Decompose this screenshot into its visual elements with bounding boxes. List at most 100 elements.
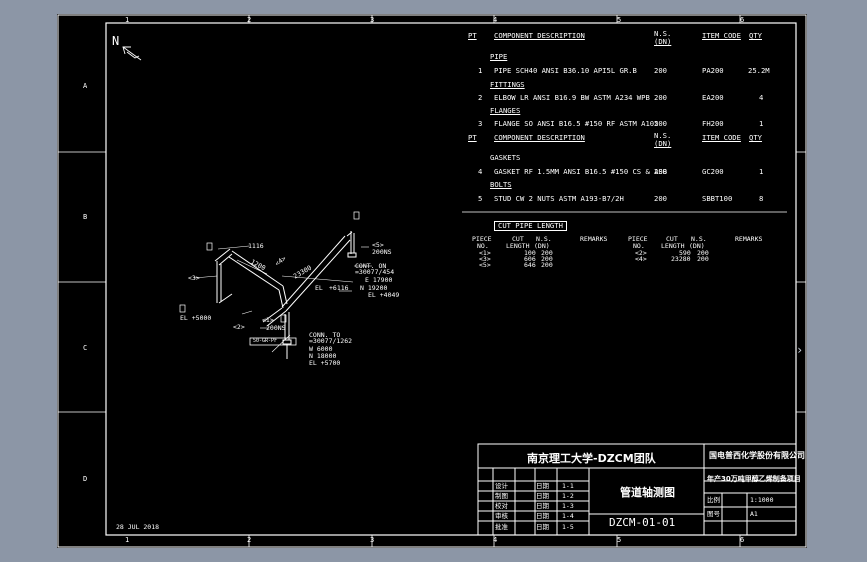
cut-ns: 200 [541,261,553,269]
piece-3-label: <3> [188,274,200,282]
bom-row-desc: ELBOW LR ANSI B16.9 BW ASTM A234 WPB [494,93,650,102]
line-tag: 50-GR-PF [253,338,278,344]
drawing-date: 28 JUL 2018 [116,523,160,531]
bom-row-pt: 2 [478,93,483,102]
drawing-linework [57,14,807,548]
sign-date-label: 日期 [536,523,549,531]
coord-e17900: E 17900 [365,276,393,284]
bom-row-ns: 200 [654,66,667,75]
drawing-number: DZCM-01-01 [609,516,676,529]
sign-date: 1-3 [562,502,574,510]
ns-200-a: 200NS [372,248,392,256]
bom-header-pt: PT [468,133,477,142]
bom-row-item: PA200 [702,66,724,75]
zone-side-b: B [83,213,88,221]
bom-row-qty: 8 [759,194,764,203]
zone-bottom-2: 2 [247,536,252,544]
bom-row-pt: 4 [478,167,483,176]
sign-role: 批准 [495,523,508,531]
bom-row-item: SBBT100 [702,194,733,203]
zone-bottom-4: 4 [493,536,498,544]
sign-role: 校对 [495,502,508,510]
bom-row-pt: 1 [478,66,483,75]
bom-group-bolts: BOLTS [490,180,512,189]
el-5700: EL +5700 [309,359,341,367]
bom-row-item: FH200 [702,119,724,128]
zone-bottom-1: 1 [125,536,130,544]
cut-length: 646 [524,261,536,269]
bom-row-qty: 1 [759,167,764,176]
zone-top-1: 1 [125,16,130,24]
sign-date: 1-5 [562,523,574,531]
school-name: 南京理工大学-DZCM团队 [527,452,656,465]
el-label: EL [315,284,323,292]
conn-to-ref: =30077/1262 [309,337,353,345]
cut-title: CUT PIPE LENGTH [494,221,567,231]
cut-ns: 200 [697,255,709,263]
bom-row-ns: 200 [654,167,667,176]
bom-row-item: GC200 [702,167,724,176]
zone-bottom-5: 5 [617,536,622,544]
bom-header-dn: (DN) [654,37,672,46]
cut-piece-no: <4> [635,255,647,263]
zone-side-c: C [83,344,88,352]
bom-header-dn: (DN) [654,139,672,148]
drawing-title: 管道轴测图 [620,486,675,499]
sign-date-label: 日期 [536,482,549,490]
sign-date: 1-4 [562,512,574,520]
zone-top-2: 2 [247,16,252,24]
bom-group-fittings: FITTINGS [490,80,525,89]
bom-row-desc: GASKET RF 1.5MM ANSI B16.5 #150 CS & ASB [494,167,668,176]
cont-on-ref: =30077/454 [355,268,395,276]
bom-header-pt: PT [468,31,477,40]
zone-top-6: 6 [740,16,745,24]
bom-header-qty: QTY [749,133,762,142]
bom-group-flanges: FLANGES [490,106,521,115]
bom-row-desc: STUD CW 2 NUTS ASTM A193-B7/2H [494,194,624,203]
sign-role: 制图 [495,492,508,500]
sheet-label: 图号 [707,510,720,518]
project-name: 年产30万吨甲醇乙烯制备项目 [707,475,801,483]
sign-role: 设计 [495,482,508,490]
bom-row-pt: 3 [478,119,483,128]
bom-row-qty: 4 [759,93,764,102]
north-arrow-icon [122,46,142,61]
piece-1-label: <1> [262,316,274,324]
el-4049: EL +4049 [368,291,400,299]
scale-value: 1:1000 [750,496,774,504]
bom-header-qty: QTY [749,31,762,40]
bom-header-desc: COMPONENT DESCRIPTION [494,31,585,40]
bom-row-qty: 25.2M [748,66,770,75]
drawing-sheet: 1 2 3 4 5 6 1 2 3 4 5 6 A B C D N PT COM… [57,14,807,548]
dim-1116: 1116 [248,242,264,250]
bom-row-ns: 200 [654,119,667,128]
company-name: 国电普西化学股份有限公司 [709,451,805,460]
bom-row-desc: PIPE SCH40 ANSI B36.10 API5L GR.B [494,66,637,75]
sign-date: 1-2 [562,492,574,500]
sign-date-label: 日期 [536,512,549,520]
zone-top-4: 4 [493,16,498,24]
piece-2-label: <2> [233,323,245,331]
north-label: N [112,34,120,48]
cut-piece-no: <5> [479,261,491,269]
scale-label: 比例 [707,496,720,504]
zone-side-a: A [83,82,88,90]
zone-bottom-6: 6 [740,536,745,544]
bom-group-gaskets: GASKETS [490,153,521,162]
zone-bottom-3: 3 [370,536,375,544]
sheet-value: A1 [750,510,758,518]
cut-length: 23280 [671,255,691,263]
zone-side-d: D [83,475,88,483]
el-6116: +6116 [329,284,349,292]
bom-row-desc: FLANGE SO ANSI B16.5 #150 RF ASTM A105 [494,119,659,128]
ns-200-b: 200NS [266,324,286,332]
cut-header-remarks: REMARKS [735,235,763,243]
bom-header-desc: COMPONENT DESCRIPTION [494,133,585,142]
cut-header-remarks: REMARKS [580,235,608,243]
zone-top-3: 3 [370,16,375,24]
bom-row-ns: 200 [654,194,667,203]
bom-row-item: EA200 [702,93,724,102]
chevron-right-icon[interactable]: › [796,343,803,357]
sign-role: 审核 [495,512,508,520]
bom-header-item: ITEM CODE [702,31,741,40]
